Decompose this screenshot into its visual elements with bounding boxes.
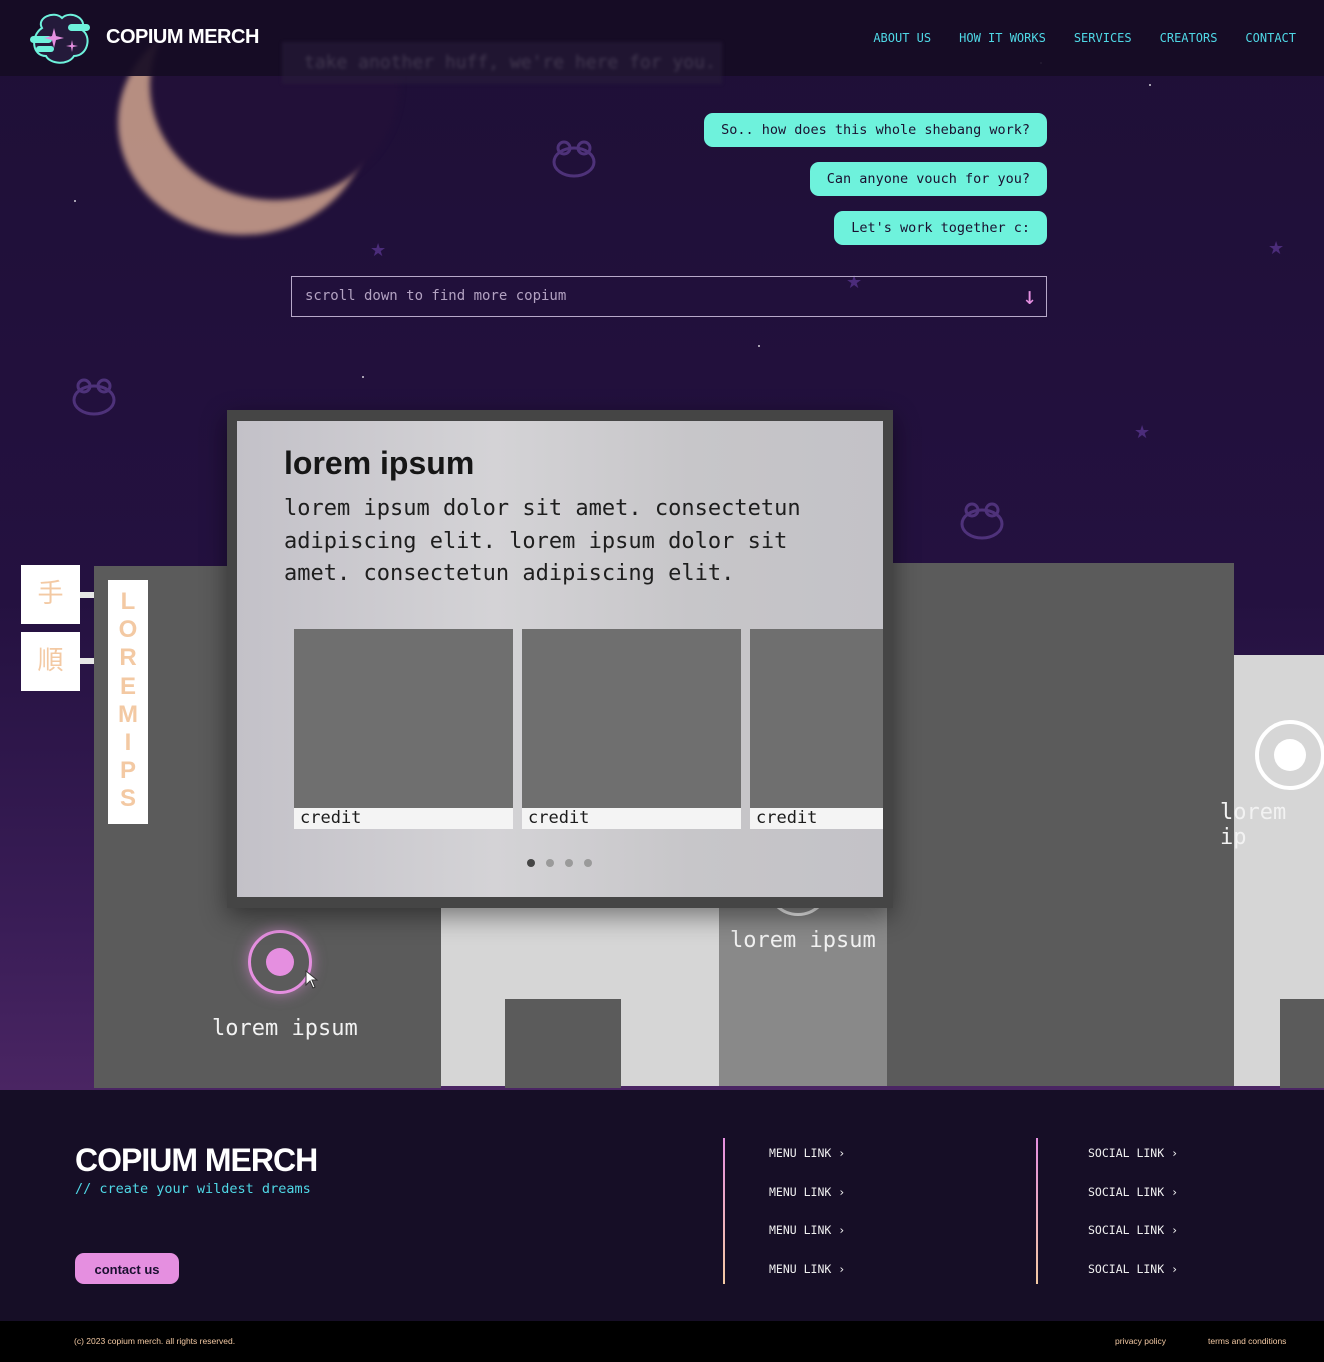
cursor-icon: [305, 970, 319, 989]
footer-menu-link[interactable]: MENU LINK ›: [769, 1262, 845, 1276]
star-dot: [362, 376, 364, 378]
card-credit: credit: [522, 808, 741, 829]
building-far-right-doorway: [1280, 999, 1324, 1088]
copyright-text: (c) 2023 copium merch. all rights reserv…: [74, 1336, 236, 1346]
footer-menu-link[interactable]: MENU LINK ›: [769, 1146, 845, 1160]
star-icon: ★: [1134, 422, 1151, 443]
nav-contact[interactable]: CONTACT: [1245, 31, 1296, 45]
column-divider: [723, 1138, 725, 1284]
faded-banner-text: take another huff, we're here for you.: [282, 42, 722, 84]
page-dot-1[interactable]: [527, 859, 535, 867]
chat-bubble-how-it-works[interactable]: So.. how does this whole shebang work?: [704, 113, 1047, 147]
site-footer: COPIUM MERCH // create your wildest drea…: [0, 1090, 1324, 1321]
modal-title: lorem ipsum: [284, 445, 475, 481]
chat-bubble-work-together[interactable]: Let's work together c:: [834, 211, 1047, 245]
footer-social-link[interactable]: SOCIAL LINK ›: [1088, 1185, 1178, 1199]
nav-how-it-works[interactable]: HOW IT WORKS: [959, 31, 1046, 45]
page-dot-2[interactable]: [546, 859, 554, 867]
terms-link[interactable]: terms and conditions: [1208, 1336, 1286, 1346]
modal-body-text: lorem ipsum dolor sit amet. consectetun …: [284, 496, 801, 586]
pin-label-3[interactable]: lorem ip: [1220, 800, 1324, 850]
sign-bracket: [80, 592, 94, 598]
privacy-policy-link[interactable]: privacy policy: [1115, 1336, 1166, 1346]
frog-icon: [72, 378, 116, 416]
footer-social-link[interactable]: SOCIAL LINK ›: [1088, 1262, 1178, 1276]
pin-label-1[interactable]: lorem ipsum: [212, 1016, 358, 1041]
footer-brand[interactable]: COPIUM MERCH: [75, 1142, 318, 1179]
star-dot: [758, 345, 760, 347]
carousel-card[interactable]: credit: [750, 629, 883, 829]
nav-creators[interactable]: CREATORS: [1160, 31, 1218, 45]
location-pin-1[interactable]: [248, 930, 312, 994]
building-doorway: [505, 999, 621, 1088]
star-dot: [1149, 84, 1151, 86]
card-credit: credit: [294, 808, 513, 829]
main-nav: ABOUT US HOW IT WORKS SERVICES CREATORS …: [873, 31, 1296, 45]
footer-tagline: // create your wildest dreams: [75, 1181, 311, 1197]
chat-bubble-vouch[interactable]: Can anyone vouch for you?: [809, 162, 1047, 196]
location-pin-3[interactable]: [1255, 720, 1324, 790]
footer-menu-link[interactable]: MENU LINK ›: [769, 1185, 845, 1199]
footer-social-link[interactable]: SOCIAL LINK ›: [1088, 1223, 1178, 1237]
footer-menu-link[interactable]: MENU LINK ›: [769, 1223, 845, 1237]
sign-bracket: [80, 658, 94, 664]
pin-dot: [266, 948, 294, 976]
vertical-sign-text: LOREMIPS: [118, 588, 138, 813]
carousel-card[interactable]: credit: [294, 629, 513, 829]
nav-services[interactable]: SERVICES: [1074, 31, 1132, 45]
column-divider: [1036, 1138, 1038, 1284]
pin-label-2[interactable]: lorem ipsum: [730, 928, 876, 953]
contact-us-button[interactable]: contact us: [75, 1253, 179, 1284]
frog-icon: [552, 140, 596, 178]
modal-content: lorem ipsum lorem ipsum dolor sit amet. …: [237, 421, 883, 897]
logo-icon[interactable]: [28, 10, 94, 66]
vertical-sign: LOREMIPS: [108, 580, 148, 824]
pin-dot: [1274, 739, 1306, 771]
building-right: [887, 563, 1234, 1086]
star-dot: [74, 200, 76, 202]
brand-name[interactable]: COPIUM MERCH: [106, 26, 259, 49]
page-dot-3[interactable]: [565, 859, 573, 867]
star-icon: ★: [370, 240, 387, 261]
nav-about-us[interactable]: ABOUT US: [873, 31, 931, 45]
kanji-sign-1: 手: [21, 565, 80, 624]
scroll-down-prompt[interactable]: scroll down to find more copium ↓: [291, 276, 1047, 317]
legal-bar: (c) 2023 copium merch. all rights reserv…: [0, 1321, 1324, 1362]
arrow-down-icon[interactable]: ↓: [1023, 277, 1037, 315]
kanji-sign-2: 順: [21, 632, 80, 691]
info-modal: lorem ipsum lorem ipsum dolor sit amet. …: [227, 410, 893, 908]
scroll-prompt-text: scroll down to find more copium: [305, 288, 567, 304]
carousel-card[interactable]: credit: [522, 629, 741, 829]
frog-icon: [960, 502, 1004, 540]
footer-social-link[interactable]: SOCIAL LINK ›: [1088, 1146, 1178, 1160]
card-credit: credit: [750, 808, 883, 829]
star-icon: ★: [1268, 238, 1285, 259]
carousel-pagination: [527, 859, 592, 867]
page-dot-4[interactable]: [584, 859, 592, 867]
